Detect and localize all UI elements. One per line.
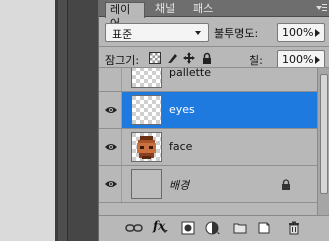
lock-position-icon[interactable] [183,52,195,64]
layers-bottom-toolbar: fx [99,215,329,241]
layer-thumbnail [131,169,162,199]
lock-transparent-pixels-icon[interactable] [149,52,161,64]
layer-lock-icon [282,179,290,190]
chevron-down-icon [195,31,201,35]
layer-row-face[interactable]: face [99,129,317,166]
layer-name: pallette [169,68,211,79]
layer-row-eyes[interactable]: eyes [99,92,317,129]
layers-panel: 레이어 채널 패스 표준 불투명도: 100% 잠그기: 칠: 100% pal… [98,0,329,241]
new-layer-icon[interactable] [257,221,271,235]
visibility-toggle[interactable] [99,129,122,165]
tab-channels[interactable]: 채널 [151,2,183,17]
divider [99,46,329,47]
visibility-toggle[interactable] [99,68,122,91]
layer-row-background[interactable]: 배경 [99,166,317,203]
opacity-value: 100% [282,26,314,39]
panel-dock-gutter [67,0,98,241]
visibility-toggle[interactable] [99,166,122,202]
layer-thumbnail [131,68,162,88]
gutter-line [67,0,68,241]
delete-layer-trash-icon[interactable] [287,221,301,235]
opacity-field[interactable]: 100% [277,23,325,42]
opacity-arrow-icon[interactable] [315,29,320,37]
eye-icon [105,144,117,150]
link-layers-icon[interactable] [125,221,143,235]
document-canvas-area [0,0,58,241]
panel-tab-bar: 레이어 채널 패스 [99,0,329,30]
adjustment-layer-icon[interactable] [205,221,221,235]
layer-name: face [169,140,193,153]
layer-thumbnail [131,132,162,162]
lock-label: 잠그기: [105,54,140,67]
eye-icon [105,107,117,113]
layer-name: 배경 [169,179,190,192]
fill-value: 100% [282,53,314,66]
eye-icon [105,181,117,187]
fill-label: 칠: [249,54,263,67]
layer-name: eyes [169,103,195,116]
lock-image-pixels-icon[interactable] [167,52,179,64]
fill-arrow-icon[interactable] [315,56,320,64]
blend-mode-value: 표준 [112,28,133,41]
add-layer-mask-icon[interactable] [181,221,195,235]
layer-row-pallette[interactable]: pallette [99,68,317,92]
fx-dropdown-icon[interactable] [162,221,168,235]
visibility-toggle[interactable] [99,92,122,128]
new-group-folder-icon[interactable] [233,221,247,235]
panel-gap [58,0,67,241]
opacity-label: 불투명도: [214,27,259,40]
layers-scrollbar[interactable] [317,68,329,215]
layers-list: pallette eyes face 배경 [99,68,317,215]
face-sprite-thumbnail [137,136,156,159]
lock-all-icon[interactable] [201,52,213,64]
layer-thumbnail [131,95,162,125]
tab-paths[interactable]: 패스 [189,2,221,17]
panel-menu-icon[interactable] [315,3,327,14]
tab-layers[interactable]: 레이어 [105,2,145,30]
scrollbar-thumb[interactable] [320,74,328,194]
blend-mode-dropdown[interactable]: 표준 [105,23,209,42]
